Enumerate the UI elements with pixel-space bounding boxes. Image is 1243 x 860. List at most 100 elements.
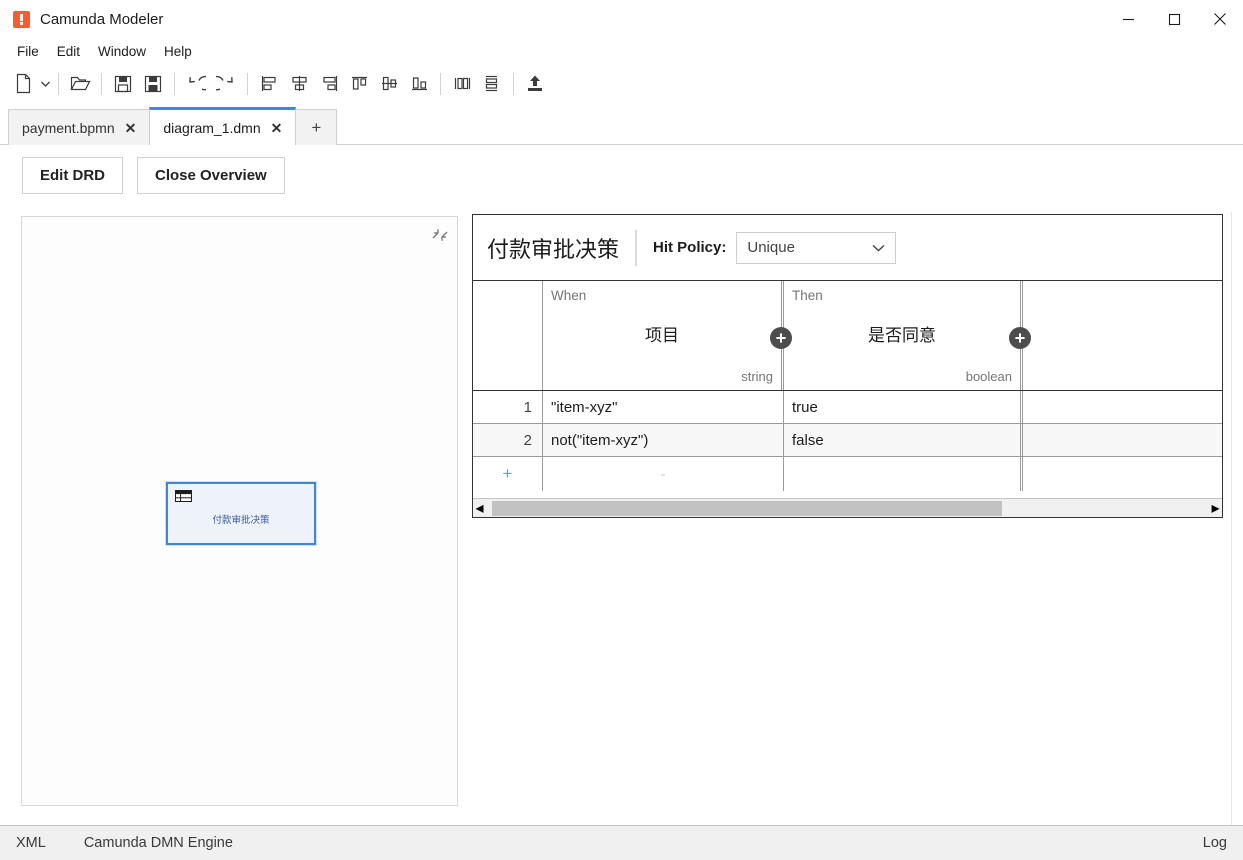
tab-bar: payment.bpmn ✕ diagram_1.dmn ✕ + [0, 103, 1243, 145]
input-column-header[interactable]: When 项目 string [543, 281, 792, 390]
maximize-icon [1168, 13, 1180, 25]
table-horizontal-scrollbar[interactable]: ◂ ▸ [473, 498, 1222, 517]
plus-icon [1015, 333, 1025, 343]
status-engine-label[interactable]: Camunda DMN Engine [84, 835, 233, 851]
minimize-button[interactable] [1105, 0, 1151, 38]
decision-table-icon [175, 490, 192, 502]
tab-close-icon[interactable]: ✕ [271, 121, 283, 135]
work-area: 付款审批决策 付款审批决策 Hit Policy: Unique When 项目… [0, 212, 1243, 825]
deploy-icon [528, 75, 542, 91]
edit-drd-button[interactable]: Edit DRD [22, 157, 123, 194]
status-log-button[interactable]: Log [1203, 835, 1227, 851]
menu-item-file[interactable]: File [8, 40, 48, 63]
align-top-button[interactable] [344, 69, 374, 99]
save-button[interactable] [108, 69, 138, 99]
menu-item-window[interactable]: Window [89, 40, 155, 63]
menu-item-help[interactable]: Help [155, 40, 201, 63]
window-controls [1105, 0, 1243, 38]
toolbar-separator [58, 72, 59, 95]
hit-policy-select[interactable]: Unique [736, 231, 897, 264]
drd-node-label: 付款审批决策 [212, 515, 270, 526]
new-file-dropdown-button[interactable] [38, 69, 52, 99]
new-file-button[interactable] [8, 69, 38, 99]
scroll-left-arrow-icon[interactable]: ◂ [473, 498, 486, 518]
table-row[interactable]: 1 "item-xyz" true [473, 391, 1222, 424]
tab-close-icon[interactable]: ✕ [125, 121, 137, 135]
work-area-vertical-scrollbar[interactable] [1231, 212, 1243, 825]
status-bar: XML Camunda DMN Engine Log [0, 825, 1243, 860]
output-column-header[interactable]: Then 是否同意 boolean [784, 281, 1031, 390]
save-as-icon [144, 75, 162, 92]
add-rule-row[interactable]: + - [473, 457, 1222, 491]
app-title: Camunda Modeler [40, 10, 164, 28]
decision-table-title[interactable]: 付款审批决策 [487, 232, 635, 264]
plus-icon [776, 333, 786, 343]
tab-diagram-1-dmn[interactable]: diagram_1.dmn ✕ [149, 107, 297, 145]
distribute-vertical-button[interactable] [477, 69, 507, 99]
minimize-icon [1122, 18, 1134, 20]
new-file-icon [16, 73, 30, 94]
add-output-column-button[interactable] [1009, 327, 1031, 349]
redo-icon [216, 75, 233, 90]
hit-policy-label: Hit Policy: [653, 239, 727, 256]
row-index: 2 [473, 424, 543, 456]
decision-table: 付款审批决策 Hit Policy: Unique When 项目 string [472, 214, 1223, 518]
add-rule-annotation-placeholder [1023, 457, 1222, 491]
tab-payment-bpmn[interactable]: payment.bpmn ✕ [8, 109, 151, 145]
redo-button[interactable] [211, 69, 241, 99]
save-as-button[interactable] [138, 69, 168, 99]
scrollbar-track[interactable] [486, 500, 1209, 517]
scrollbar-thumb[interactable] [492, 500, 1002, 516]
distribute-horizontal-icon [454, 77, 470, 90]
table-row[interactable]: 2 not("item-xyz") false [473, 424, 1222, 457]
row-annotation-cell[interactable] [1023, 424, 1222, 456]
maximize-button[interactable] [1151, 0, 1197, 38]
open-file-button[interactable] [65, 69, 95, 99]
distribute-vertical-icon [485, 75, 497, 92]
align-left-button[interactable] [254, 69, 284, 99]
align-center-horizontal-button[interactable] [284, 69, 314, 99]
row-output-cell[interactable]: false [784, 424, 1023, 456]
decision-table-header: 付款审批决策 Hit Policy: Unique [473, 215, 1222, 281]
toolbar-separator [247, 72, 248, 95]
app-logo-icon [13, 10, 30, 28]
menu-item-edit[interactable]: Edit [48, 40, 89, 63]
align-right-button[interactable] [314, 69, 344, 99]
close-overview-button[interactable]: Close Overview [137, 157, 285, 194]
undo-button[interactable] [181, 69, 211, 99]
row-annotation-cell[interactable] [1023, 391, 1222, 423]
row-index: 1 [473, 391, 543, 423]
save-icon [114, 75, 132, 92]
distribute-horizontal-button[interactable] [447, 69, 477, 99]
align-bottom-button[interactable] [404, 69, 434, 99]
status-xml-button[interactable]: XML [16, 835, 46, 851]
chevron-down-icon [40, 81, 50, 87]
add-input-column-button[interactable] [770, 327, 792, 349]
hit-policy-value: Unique [747, 239, 795, 256]
deploy-button[interactable] [520, 69, 550, 99]
align-middle-button[interactable] [374, 69, 404, 99]
title-bar: Camunda Modeler [0, 0, 1243, 38]
scroll-right-arrow-icon[interactable]: ▸ [1209, 498, 1222, 518]
close-button[interactable] [1197, 0, 1243, 38]
tab-label: diagram_1.dmn [163, 119, 261, 136]
new-tab-button[interactable]: + [295, 109, 338, 145]
output-column-kind: Then [792, 288, 823, 303]
row-input-cell[interactable]: not("item-xyz") [543, 424, 784, 456]
row-output-cell[interactable]: true [784, 391, 1023, 423]
align-bottom-icon [411, 77, 427, 91]
drd-overview-panel[interactable]: 付款审批决策 [21, 216, 458, 806]
row-input-cell[interactable]: "item-xyz" [543, 391, 784, 423]
collapse-icon [432, 229, 448, 241]
drd-decision-node[interactable]: 付款审批决策 [166, 482, 316, 545]
toolbar [0, 65, 1243, 103]
output-column-type: boolean [965, 369, 1012, 384]
input-column-type: string [741, 369, 773, 384]
open-file-icon [70, 76, 90, 91]
add-rule-button[interactable]: + [473, 457, 543, 491]
undo-icon [189, 75, 206, 90]
action-bar: Edit DRD Close Overview [0, 145, 1243, 204]
column-header-row: When 项目 string Then 是否同意 boolean [473, 281, 1222, 391]
header-divider [635, 229, 638, 266]
collapse-overview-button[interactable] [430, 225, 450, 245]
